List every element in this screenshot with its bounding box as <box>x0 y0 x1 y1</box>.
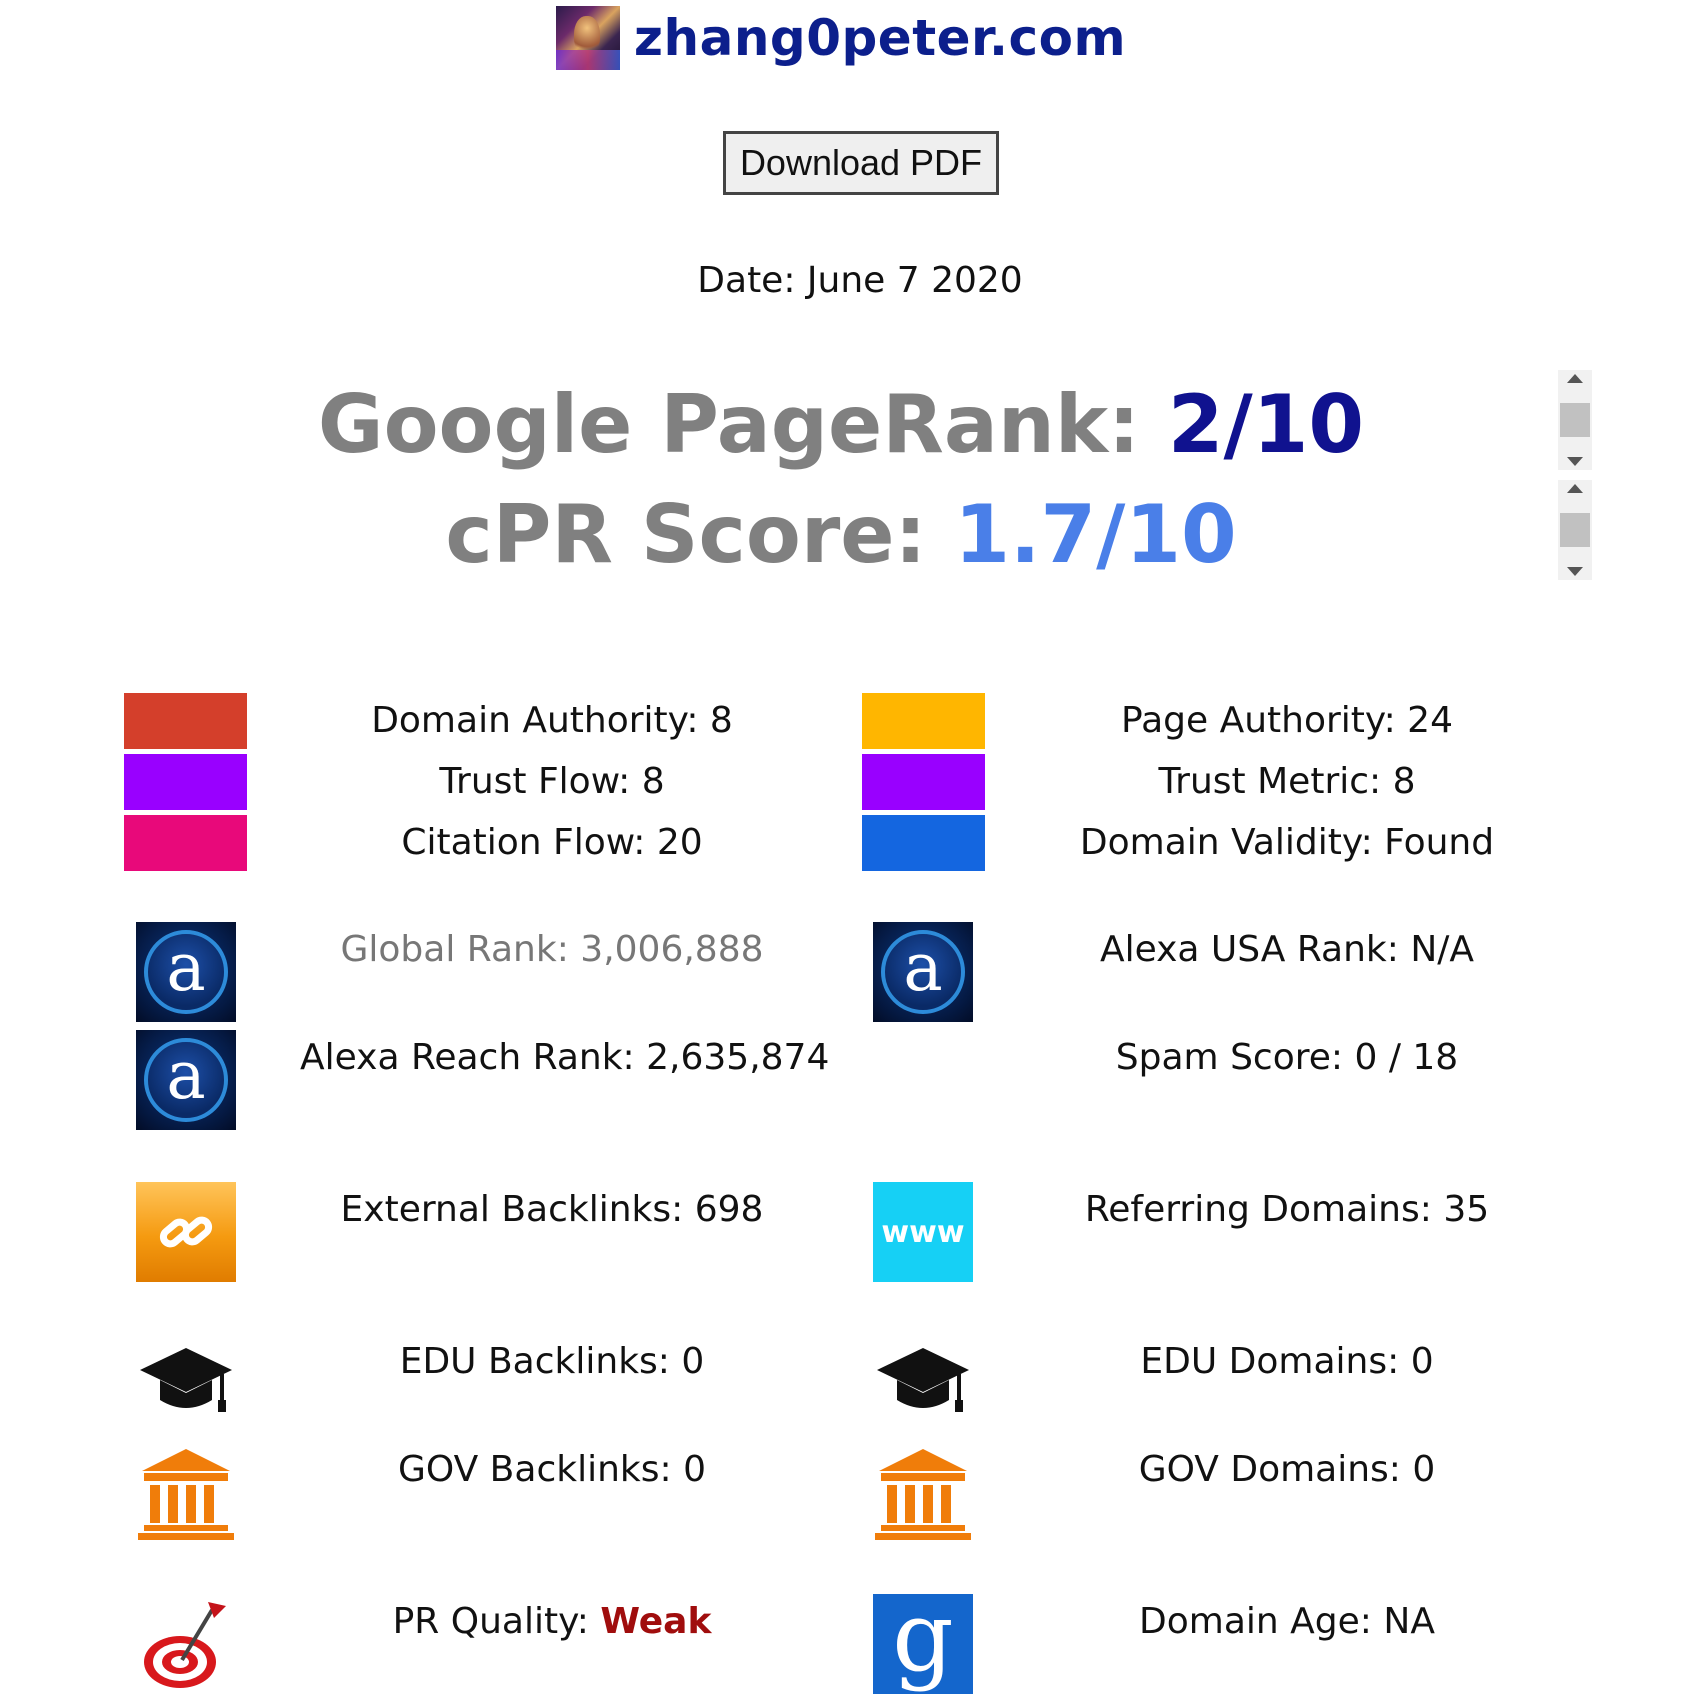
pr-quality-value: Weak <box>600 1601 712 1642</box>
domain-authority-color-block <box>124 693 247 749</box>
alexa-icon-letter: a <box>166 1037 206 1114</box>
citation-flow-text: Citation Flow: 20 <box>401 822 703 863</box>
page-authority-text: Page Authority: 24 <box>1121 700 1453 741</box>
spam-score-text: Spam Score: 0 / 18 <box>1115 1037 1459 1078</box>
graduation-cap-icon <box>873 1340 973 1424</box>
government-building-icon <box>136 1445 236 1545</box>
cpr-value: 1.7/10 <box>954 488 1237 581</box>
cpr-label: cPR Score: <box>445 488 955 581</box>
alexa-reach-rank-icon: a <box>136 1030 236 1130</box>
pagerank-value: 2/10 <box>1167 378 1365 471</box>
alexa-icon-letter: a <box>903 929 943 1006</box>
gov-backlinks-text: GOV Backlinks: 0 <box>398 1449 706 1490</box>
government-building-icon <box>873 1445 973 1545</box>
external-backlinks-text: External Backlinks: 698 <box>340 1189 764 1230</box>
alexa-global-rank-icon: a <box>136 922 236 1022</box>
trust-flow-text: Trust Flow: 8 <box>439 761 665 802</box>
scroll-down-arrow-icon[interactable] <box>1567 457 1583 466</box>
alexa-usa-rank-icon: a <box>873 922 973 1022</box>
site-header: zhang0peter.com <box>0 6 1682 70</box>
alexa-reach-rank-text: Alexa Reach Rank: 2,635,874 <box>300 1037 830 1078</box>
pagerank-label: Google PageRank: <box>317 378 1168 471</box>
citation-flow-color-block <box>124 815 247 871</box>
report-date: Date: June 7 2020 <box>697 260 1023 301</box>
www-icon-label: www <box>881 1214 965 1250</box>
trust-flow-color-block <box>124 754 247 810</box>
pr-quality-label: PR Quality: <box>392 1601 601 1642</box>
chain-link-icon <box>136 1182 236 1282</box>
google-pagerank-score: Google PageRank: 2/10 <box>0 378 1682 471</box>
trust-metric-color-block <box>862 754 985 810</box>
page-authority-color-block <box>862 693 985 749</box>
domain-validity-color-block <box>862 815 985 871</box>
www-icon: www <box>873 1182 973 1282</box>
target-dart-icon <box>140 1596 236 1694</box>
cpr-score: cPR Score: 1.7/10 <box>0 488 1682 581</box>
alexa-usa-rank-text: Alexa USA Rank: N/A <box>1099 929 1475 970</box>
site-favicon-icon <box>555 6 620 70</box>
download-pdf-button[interactable]: Download PDF <box>723 131 999 195</box>
google-icon-letter: g <box>892 1594 954 1693</box>
edu-domains-text: EDU Domains: 0 <box>1140 1341 1434 1382</box>
domain-authority-text: Domain Authority: 8 <box>371 700 733 741</box>
edu-backlinks-text: EDU Backlinks: 0 <box>399 1341 705 1382</box>
scroll-up-arrow-icon[interactable] <box>1567 374 1583 383</box>
global-rank-text: Global Rank: 3,006,888 <box>340 929 764 970</box>
scroll-up-arrow-icon[interactable] <box>1567 484 1583 493</box>
domain-validity-text: Domain Validity: Found <box>1079 822 1495 863</box>
gov-domains-text: GOV Domains: 0 <box>1138 1449 1436 1490</box>
google-g-icon: g <box>873 1594 973 1694</box>
referring-domains-text: Referring Domains: 35 <box>1084 1189 1490 1230</box>
trust-metric-text: Trust Metric: 8 <box>1158 761 1416 802</box>
cpr-scroll-spinner[interactable] <box>1558 480 1592 580</box>
scroll-thumb[interactable] <box>1560 513 1590 547</box>
graduation-cap-icon <box>136 1340 236 1424</box>
alexa-icon-letter: a <box>166 929 206 1006</box>
pagerank-scroll-spinner[interactable] <box>1558 370 1592 470</box>
domain-age-text: Domain Age: NA <box>1139 1601 1435 1642</box>
scroll-down-arrow-icon[interactable] <box>1567 567 1583 576</box>
pr-quality-text: PR Quality: Weak <box>300 1601 804 1642</box>
scroll-thumb[interactable] <box>1560 403 1590 437</box>
site-title[interactable]: zhang0peter.com <box>634 9 1126 67</box>
